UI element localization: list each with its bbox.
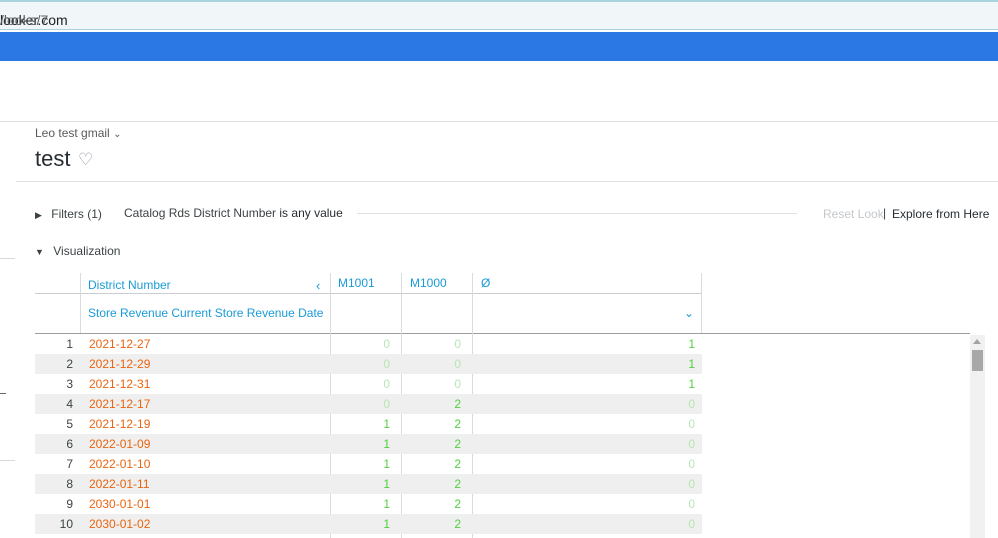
table-row: 2 2021-12-29 0 0 1 xyxy=(35,354,702,374)
divider xyxy=(0,121,998,122)
table-header-divider xyxy=(35,293,702,294)
value-cell[interactable]: 2 xyxy=(421,497,461,511)
value-cell[interactable]: 0 xyxy=(350,337,390,351)
heart-icon[interactable]: ♡ xyxy=(78,150,93,170)
filters-toggle[interactable]: ▶ Filters (1) xyxy=(35,207,102,221)
value-cell[interactable]: 2 xyxy=(421,477,461,491)
value-cell[interactable]: 0 xyxy=(421,337,461,351)
value-cell[interactable]: 1 xyxy=(350,417,390,431)
row-number: 8 xyxy=(66,477,73,491)
row-number: 9 xyxy=(66,497,73,511)
value-cell[interactable]: 0 xyxy=(421,377,461,391)
table-row: 10 2030-01-02 1 2 0 xyxy=(35,514,702,534)
sidebar-edge xyxy=(0,460,15,461)
value-cell[interactable]: 2 xyxy=(421,397,461,411)
value-cell[interactable]: 1 xyxy=(350,457,390,471)
value-cell[interactable]: 1 xyxy=(350,477,390,491)
value-cell[interactable]: 0 xyxy=(655,477,695,491)
chevron-down-icon[interactable]: ⌄ xyxy=(684,306,694,320)
value-cell[interactable]: 0 xyxy=(655,397,695,411)
row-number: 1 xyxy=(66,337,73,351)
date-cell[interactable]: 2021-12-19 xyxy=(89,417,150,431)
value-cell[interactable]: 0 xyxy=(350,377,390,391)
pivot-value-header[interactable]: M1001 xyxy=(338,276,375,290)
value-cell[interactable]: 2 xyxy=(421,517,461,531)
value-cell[interactable]: 0 xyxy=(655,437,695,451)
caret-down-icon: ▼ xyxy=(35,247,44,257)
browser-address-bar[interactable]: looker.com/looks/7 xyxy=(0,0,998,30)
value-cell[interactable]: 2 xyxy=(421,457,461,471)
value-cell[interactable]: 1 xyxy=(350,517,390,531)
date-cell[interactable]: 2021-12-29 xyxy=(89,357,150,371)
table-row: 7 2022-01-10 1 2 0 xyxy=(35,454,702,474)
date-cell[interactable]: 2022-01-09 xyxy=(89,437,150,451)
value-cell[interactable]: 2 xyxy=(421,417,461,431)
value-cell[interactable]: 0 xyxy=(655,417,695,431)
date-cell[interactable]: 2021-12-31 xyxy=(89,377,150,391)
filter-summary: Catalog Rds District Number is any value xyxy=(124,206,343,220)
value-cell[interactable]: 2 xyxy=(421,437,461,451)
value-cell[interactable]: 1 xyxy=(655,377,695,391)
row-number: 3 xyxy=(66,377,73,391)
table-row: 3 2021-12-31 0 0 1 xyxy=(35,374,702,394)
dimension-header[interactable]: Store Revenue Current Store Revenue Date xyxy=(88,306,323,320)
row-number: 10 xyxy=(59,517,73,531)
row-number: 2 xyxy=(66,357,73,371)
value-cell[interactable]: 1 xyxy=(655,357,695,371)
reset-look-button[interactable]: Reset Look xyxy=(823,207,884,221)
value-cell[interactable]: 0 xyxy=(350,357,390,371)
pivot-header[interactable]: District Number xyxy=(88,278,171,292)
value-cell[interactable]: 0 xyxy=(421,357,461,371)
row-number: 7 xyxy=(66,457,73,471)
sidebar-edge xyxy=(0,258,15,259)
table-row: 1 2021-12-27 0 0 1 xyxy=(35,334,702,354)
chevron-down-icon: ⌄ xyxy=(113,129,122,140)
row-number: 4 xyxy=(66,397,73,411)
value-cell[interactable]: 0 xyxy=(655,517,695,531)
scroll-thumb[interactable] xyxy=(972,350,983,371)
date-cell[interactable]: 2022-01-10 xyxy=(89,457,150,471)
explore-from-here-link[interactable]: Explore from Here xyxy=(892,207,989,221)
date-cell[interactable]: 2021-12-27 xyxy=(89,337,150,351)
table-row: 5 2021-12-19 1 2 0 xyxy=(35,414,702,434)
page-title: test xyxy=(35,146,71,171)
date-cell[interactable]: 2030-01-02 xyxy=(89,517,150,531)
app-header-bar xyxy=(0,32,998,61)
table-row: 6 2022-01-09 1 2 0 xyxy=(35,434,702,454)
value-cell[interactable]: 0 xyxy=(655,457,695,471)
date-cell[interactable]: 2022-01-11 xyxy=(89,477,150,491)
value-cell[interactable]: 1 xyxy=(350,437,390,451)
date-cell[interactable]: 2021-12-17 xyxy=(89,397,150,411)
value-cell[interactable]: 0 xyxy=(350,397,390,411)
value-cell[interactable]: 0 xyxy=(655,497,695,511)
pivot-value-header[interactable]: M1000 xyxy=(410,276,447,290)
column-divider xyxy=(701,273,702,333)
row-number: 5 xyxy=(66,417,73,431)
pivot-value-header[interactable]: Ø xyxy=(481,276,490,290)
table-row: 4 2021-12-17 0 2 0 xyxy=(35,394,702,414)
divider xyxy=(357,213,797,214)
visualization-toggle[interactable]: ▼ Visualization xyxy=(35,244,120,258)
scrollbar[interactable] xyxy=(970,335,985,538)
separator: | xyxy=(883,206,887,220)
chevron-left-icon[interactable]: ‹ xyxy=(316,278,320,293)
table-row: 9 2030-01-01 1 2 0 xyxy=(35,494,702,514)
scroll-up-arrow-icon[interactable] xyxy=(973,339,981,344)
date-cell[interactable]: 2030-01-01 xyxy=(89,497,150,511)
row-number: 6 xyxy=(66,437,73,451)
column-divider xyxy=(80,273,81,333)
value-cell[interactable]: 1 xyxy=(350,497,390,511)
value-cell[interactable]: 1 xyxy=(655,337,695,351)
table-row: 8 2022-01-11 1 2 0 xyxy=(35,474,702,494)
divider xyxy=(16,181,998,182)
caret-right-icon: ▶ xyxy=(35,210,42,220)
sidebar-edge xyxy=(0,393,6,394)
folder-breadcrumb[interactable]: Leo test gmail ⌄ xyxy=(35,126,121,140)
